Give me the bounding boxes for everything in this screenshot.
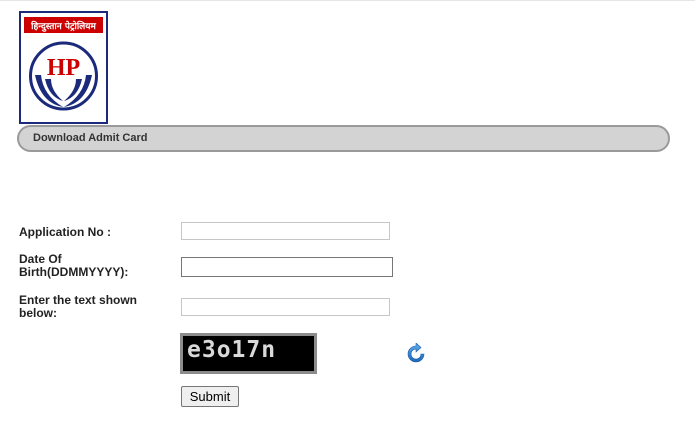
header-bar: Download Admit Card [17,125,670,152]
captcha-input[interactable] [181,298,390,316]
header-title: Download Admit Card [33,132,148,144]
dob-input[interactable] [181,257,393,277]
captcha-label: Enter the text shown below: [19,293,138,320]
refresh-icon[interactable] [405,342,427,365]
admit-card-page: हिन्दुस्तान पेट्रोलियम HP Download Admit… [0,0,695,430]
application-no-label: Application No : [19,225,111,239]
captcha-image: e3o17n [180,333,317,374]
logo-hindi-text: हिन्दुस्तान पेट्रोलियम [30,20,96,32]
dob-label: Date Of Birth(DDMMYYYY): [19,252,129,279]
application-no-input[interactable] [181,222,390,240]
hp-logo: हिन्दुस्तान पेट्रोलियम HP [19,11,108,124]
submit-button[interactable]: Submit [181,386,239,407]
captcha-text: e3o17n [187,337,277,363]
logo-hp-letters: HP [47,55,80,81]
top-divider [0,0,695,1]
